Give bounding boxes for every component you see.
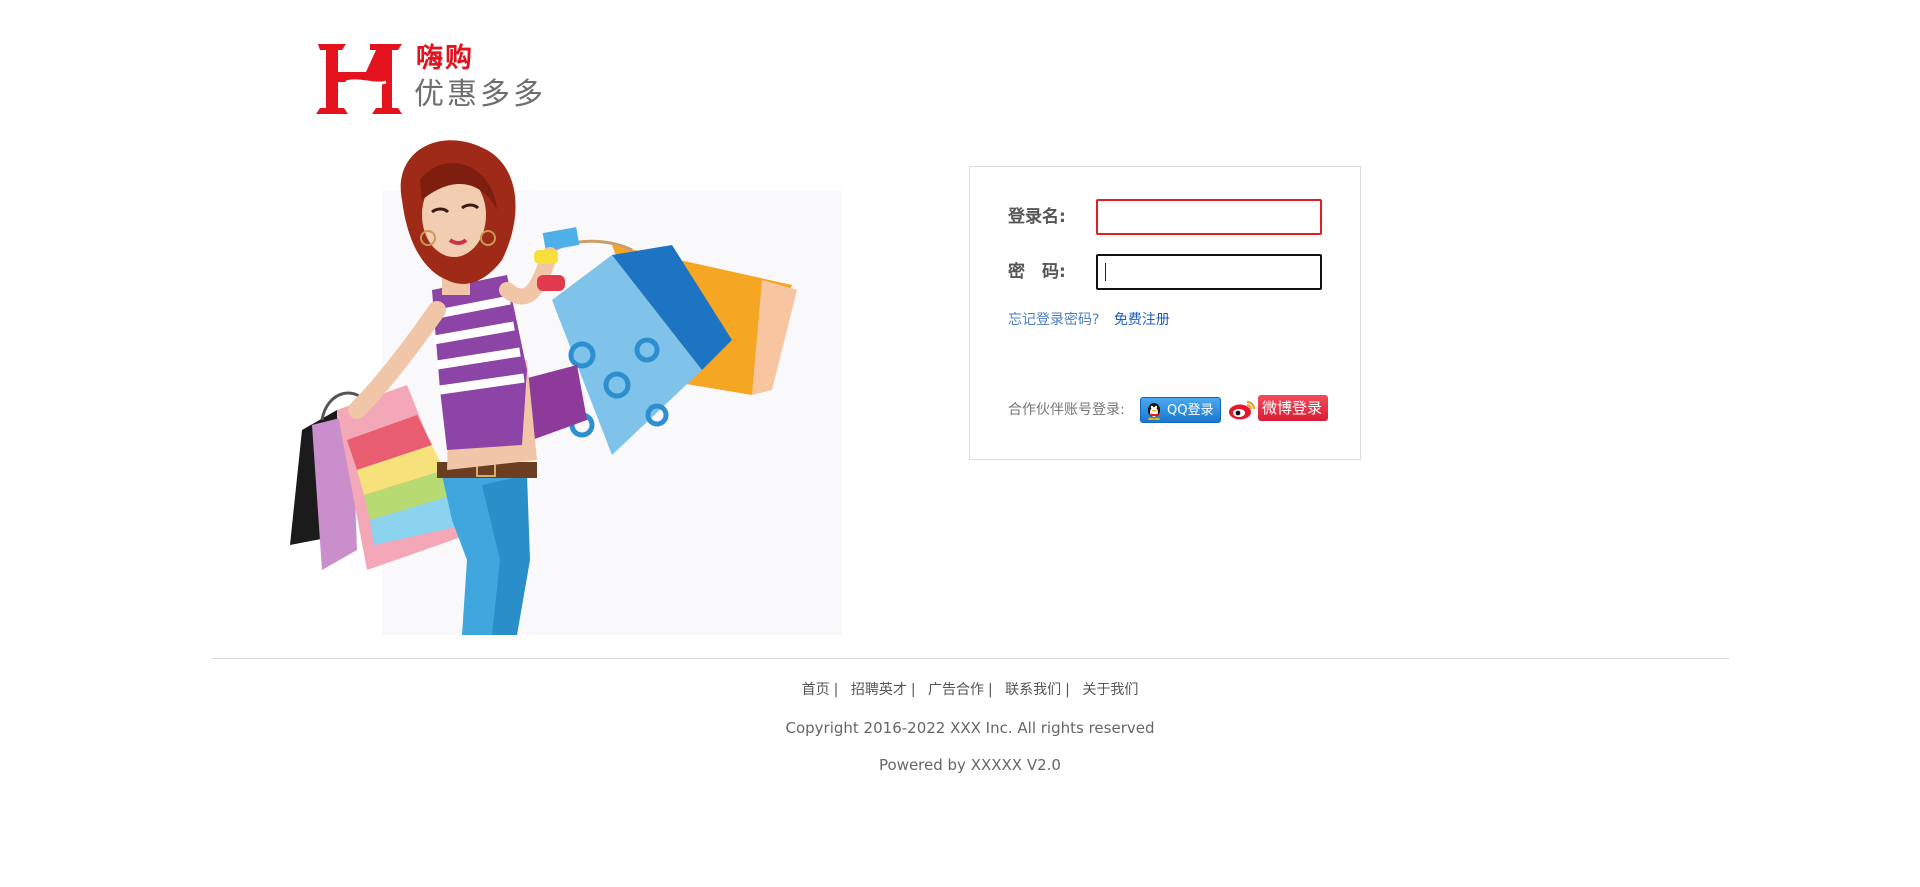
footer-separator: | — [1065, 682, 1070, 698]
footer-link-home[interactable]: 首页 — [802, 682, 830, 698]
footer-separator: | — [833, 682, 839, 698]
qq-login-button[interactable]: QQ登录 — [1140, 397, 1221, 423]
brand-name: 嗨购 — [416, 43, 474, 74]
weibo-icon — [1229, 400, 1256, 420]
footer-link-about[interactable]: 关于我们 — [1082, 682, 1138, 698]
login-form: 登录名: 密 码: 忘记登录密码? 免费注册 合作伙伴账号登录: QQ登录 微博… — [969, 166, 1361, 460]
weibo-login-label: 微博登录 — [1262, 399, 1323, 417]
footer-nav: 首页 | 招聘英才 | 广告合作 | 联系我们 | 关于我们 — [0, 680, 1920, 700]
brand-slogan: 优惠多多 — [414, 77, 546, 112]
powered-by-text: Powered by XXXXX V2.0 — [879, 756, 1061, 774]
shopping-girl-illustration — [290, 140, 797, 635]
account-links: 忘记登录密码? 免费注册 — [1008, 311, 1170, 329]
footer-link-advertising[interactable]: 广告合作 — [928, 682, 984, 698]
qq-login-label: QQ登录 — [1167, 403, 1214, 418]
weibo-login-button[interactable]: 微博登录 — [1228, 395, 1328, 423]
logo-h-mark — [316, 44, 402, 114]
footer-separator: | — [988, 682, 993, 698]
password-input[interactable] — [1096, 254, 1322, 290]
footer-separator: | — [910, 682, 916, 698]
footer-link-contact[interactable]: 联系我们 — [1005, 682, 1061, 698]
weibo-login-pill: 微博登录 — [1258, 395, 1328, 421]
hero-illustration — [282, 140, 842, 635]
forgot-password-link[interactable]: 忘记登录密码? — [1008, 312, 1099, 328]
copyright-text: Copyright 2016-2022 XXX Inc. All rights … — [785, 719, 1155, 737]
qq-penguin-icon — [1148, 403, 1160, 420]
password-label: 密 码: — [1008, 262, 1066, 282]
partner-login: 合作伙伴账号登录: QQ登录 微博登录 — [1008, 395, 1348, 424]
partner-login-label: 合作伙伴账号登录: — [1008, 402, 1125, 418]
footer-link-careers[interactable]: 招聘英才 — [851, 682, 907, 698]
text-caret — [1105, 263, 1106, 281]
register-link[interactable]: 免费注册 — [1114, 312, 1170, 328]
footer-divider — [212, 658, 1729, 659]
site-logo[interactable]: 嗨购 优惠多多 — [316, 42, 546, 122]
username-input[interactable] — [1096, 199, 1322, 235]
username-label: 登录名: — [1008, 207, 1066, 227]
